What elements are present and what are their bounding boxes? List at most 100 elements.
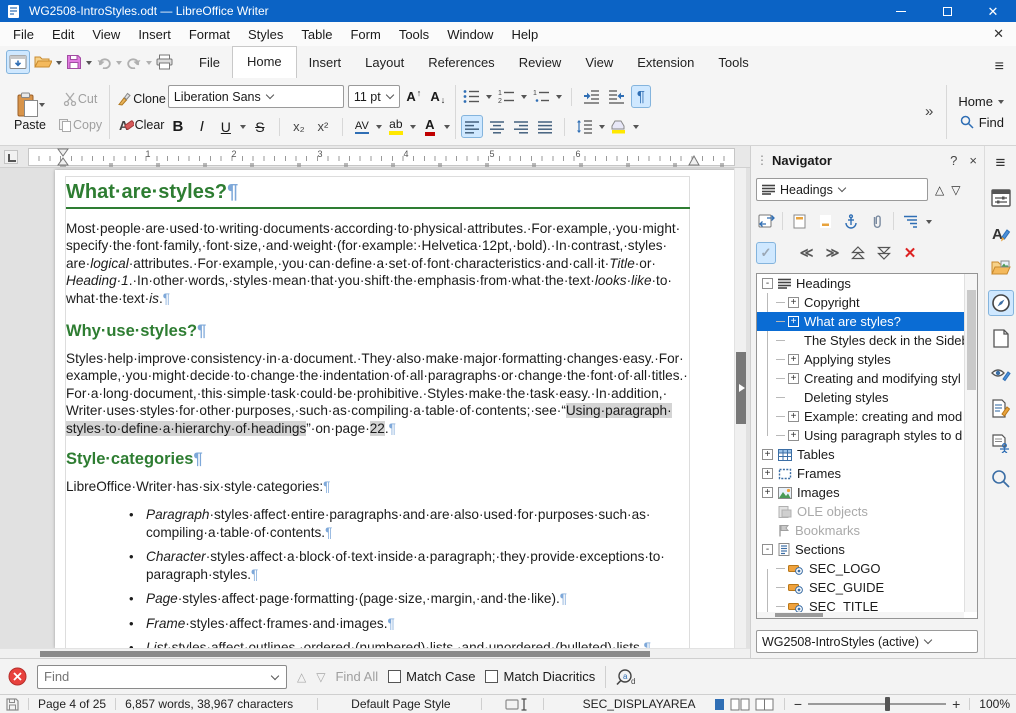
italic-button[interactable]: I: [192, 115, 212, 138]
zoom-percentage[interactable]: 100%: [979, 697, 1010, 711]
set-reminder-button[interactable]: [867, 210, 887, 232]
menu-view[interactable]: View: [83, 24, 129, 45]
close-document-icon[interactable]: ✕: [993, 26, 1012, 42]
context-menu-button[interactable]: Home: [958, 94, 1004, 109]
document-selector-dropdown-icon[interactable]: [924, 636, 932, 644]
menu-insert[interactable]: Insert: [129, 24, 180, 45]
font-color-caret[interactable]: [444, 125, 450, 132]
sidebar-tab-find[interactable]: [988, 465, 1014, 491]
footer-button[interactable]: [815, 210, 835, 232]
ordered-list-caret[interactable]: [521, 95, 527, 102]
sidebar-tab-style-inspector[interactable]: [988, 360, 1014, 386]
menubar-toggle-button[interactable]: [6, 50, 30, 74]
horizontal-ruler[interactable]: 1 2 3 4 5 6: [0, 146, 750, 168]
tree-item-copyright[interactable]: +Copyright: [757, 293, 964, 312]
tree-item-headings[interactable]: -Headings: [757, 274, 964, 293]
tab-file[interactable]: File: [187, 48, 232, 78]
menu-edit[interactable]: Edit: [43, 24, 83, 45]
highlight-color-caret[interactable]: [410, 125, 416, 132]
word-count-field[interactable]: 6,857 words, 38,967 characters: [125, 697, 293, 711]
subscript-button[interactable]: x₂: [289, 115, 309, 138]
increase-indent-button[interactable]: [581, 85, 602, 108]
page-style-field[interactable]: Default Page Style: [351, 697, 450, 711]
menu-styles[interactable]: Styles: [239, 24, 292, 45]
outline-list-caret[interactable]: [556, 95, 562, 102]
expander-icon[interactable]: +: [788, 373, 799, 384]
tab-review[interactable]: Review: [507, 48, 574, 78]
move-chapter-down-button[interactable]: [874, 242, 894, 264]
expander-icon[interactable]: +: [762, 449, 773, 460]
superscript-button[interactable]: x²: [313, 115, 333, 138]
tab-view[interactable]: View: [573, 48, 625, 78]
toolbar-overflow-button[interactable]: »: [925, 103, 931, 120]
font-size-combobox[interactable]: 11 pt: [348, 85, 400, 108]
decrease-font-size-button[interactable]: A↓: [428, 85, 448, 108]
decrease-indent-button[interactable]: [606, 85, 627, 108]
multi-page-view-button[interactable]: [730, 698, 750, 711]
tab-layout[interactable]: Layout: [353, 48, 416, 78]
tab-insert[interactable]: Insert: [297, 48, 354, 78]
tree-item-sections[interactable]: -Sections: [757, 540, 964, 559]
close-button[interactable]: ✕: [970, 0, 1016, 22]
sidebar-tab-navigator[interactable]: [988, 290, 1014, 316]
tab-extension[interactable]: Extension: [625, 48, 706, 78]
font-name-combobox[interactable]: Liberation Sans: [168, 85, 344, 108]
menu-file[interactable]: File: [4, 24, 43, 45]
tree-item-sec-logo[interactable]: SEC_LOGO: [757, 559, 964, 578]
tree-item-styles-deck[interactable]: The Styles deck in the Sideb: [757, 331, 964, 350]
tree-item-sec-guide[interactable]: SEC_GUIDE: [757, 578, 964, 597]
find-input-combobox[interactable]: [37, 665, 287, 689]
sidebar-tab-accessibility-check[interactable]: [988, 430, 1014, 456]
expander-icon[interactable]: +: [788, 430, 799, 441]
menu-table[interactable]: Table: [292, 24, 341, 45]
font-name-dropdown-icon[interactable]: [265, 91, 273, 99]
line-spacing-button[interactable]: [574, 115, 595, 138]
formatting-marks-button[interactable]: ¶: [631, 85, 651, 108]
print-button[interactable]: [154, 50, 175, 74]
document-page[interactable]: What·​are·​styles?¶ Most·​people·​are·​u…: [55, 170, 737, 648]
right-indent-marker[interactable]: [688, 154, 700, 166]
navigate-by-dropdown-icon[interactable]: [838, 184, 846, 192]
tree-item-applying-styles[interactable]: +Applying styles: [757, 350, 964, 369]
expander-icon[interactable]: +: [762, 487, 773, 498]
menu-window[interactable]: Window: [438, 24, 502, 45]
checkbox-icon[interactable]: [485, 670, 498, 683]
sidebar-tab-manage-changes[interactable]: [988, 395, 1014, 421]
line-spacing-caret[interactable]: [599, 125, 605, 132]
find-history-dropdown-icon[interactable]: [271, 671, 279, 679]
outline-level-caret[interactable]: [926, 220, 932, 227]
paste-dropdown-caret[interactable]: [39, 103, 45, 110]
navigator-help-button[interactable]: ?: [950, 153, 957, 168]
align-left-button[interactable]: [461, 115, 483, 138]
horizontal-scrollbar-thumb[interactable]: [40, 651, 650, 657]
page-number-field[interactable]: 22: [370, 421, 385, 436]
outline-list-button[interactable]: 1: [531, 85, 552, 108]
strikethrough-button[interactable]: S: [250, 115, 270, 138]
zoom-in-icon[interactable]: +: [952, 696, 960, 712]
document-selector-combobox[interactable]: WG2508-IntroStyles (active): [756, 630, 978, 653]
menu-help[interactable]: Help: [502, 24, 547, 45]
section-name-field[interactable]: SEC_DISPLAYAREA: [583, 697, 696, 711]
paste-button[interactable]: Paste: [4, 92, 56, 132]
ordered-list-button[interactable]: 12: [496, 85, 517, 108]
character-spacing-caret[interactable]: [376, 125, 382, 132]
save-status-icon[interactable]: [6, 698, 19, 711]
align-center-button[interactable]: [487, 115, 507, 138]
expander-icon[interactable]: +: [788, 354, 799, 365]
single-page-view-button[interactable]: [714, 698, 725, 711]
tree-item-creating-modifying[interactable]: +Creating and modifying styl: [757, 369, 964, 388]
header-button[interactable]: [789, 210, 809, 232]
tree-scrollbar-thumb[interactable]: [967, 290, 976, 390]
zoom-out-icon[interactable]: −: [794, 696, 802, 712]
tree-item-frames[interactable]: +Frames: [757, 464, 964, 483]
maximize-button[interactable]: [924, 0, 970, 22]
increase-font-size-button[interactable]: A↑: [404, 85, 424, 108]
tree-item-what-are-styles[interactable]: +What are styles?: [757, 312, 964, 331]
open-dropdown-caret[interactable]: [56, 61, 62, 68]
previous-item-button[interactable]: △: [935, 183, 944, 197]
tab-stop-selector-icon[interactable]: [4, 150, 18, 164]
font-size-dropdown-icon[interactable]: [385, 91, 393, 99]
save-dropdown-caret[interactable]: [86, 61, 92, 68]
promote-level-button[interactable]: ≪: [796, 242, 816, 264]
paragraph-background-button[interactable]: [609, 115, 629, 138]
